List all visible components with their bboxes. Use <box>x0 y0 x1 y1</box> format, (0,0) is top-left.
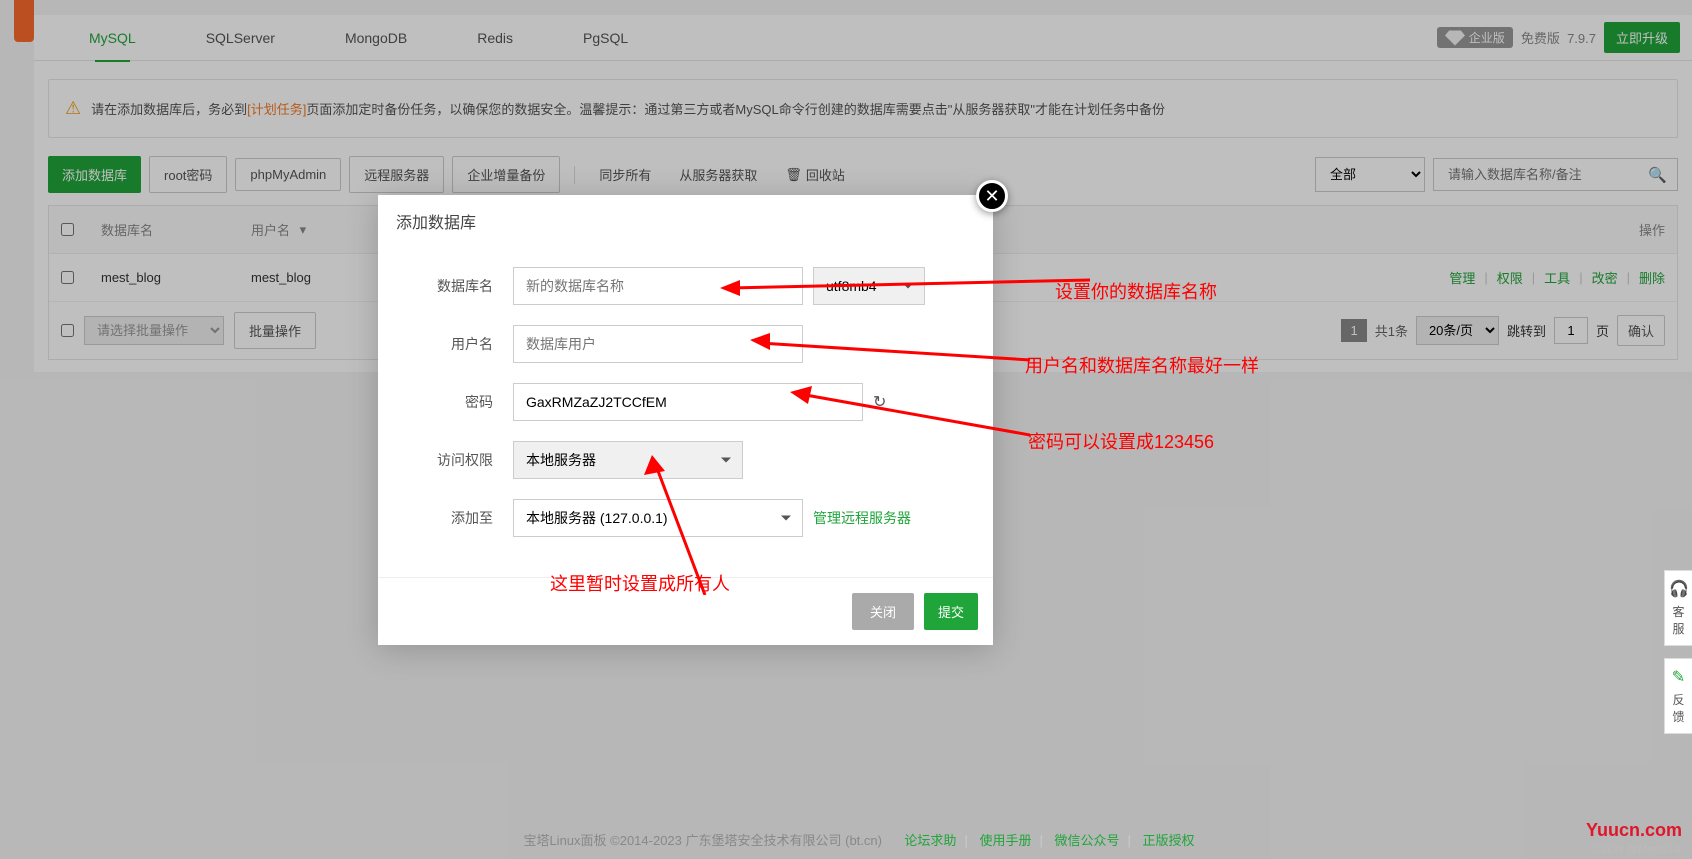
modal-form: 数据库名 utf8mb4 用户名 密码 ↻ 访 <box>378 247 993 577</box>
label-password: 密码 <box>418 392 513 412</box>
submit-button[interactable]: 提交 <box>924 593 978 630</box>
watermark: Yuucn.com <box>1586 820 1682 841</box>
add-db-modal: ✕ 添加数据库 数据库名 utf8mb4 用户名 密码 ↻ <box>378 195 993 645</box>
footer-link-license[interactable]: 正版授权 <box>1143 833 1195 848</box>
label-user: 用户名 <box>418 334 513 354</box>
label-access: 访问权限 <box>418 450 513 470</box>
manage-remote-link[interactable]: 管理远程服务器 <box>813 508 911 528</box>
footer-link-manual[interactable]: 使用手册 <box>979 833 1031 848</box>
refresh-icon[interactable]: ↻ <box>873 392 886 412</box>
edit-icon: ✎ <box>1669 667 1688 687</box>
csdn-watermark: CSDN @Mest514 <box>1592 844 1680 856</box>
access-select[interactable]: 本地服务器 <box>513 441 743 479</box>
charset-select[interactable]: utf8mb4 <box>813 267 925 305</box>
modal-footer: 关闭 提交 <box>378 577 993 645</box>
float-customer-service[interactable]: 🎧 客服 <box>1664 570 1692 646</box>
footer-link-forum[interactable]: 论坛求助 <box>904 833 956 848</box>
label-dbname: 数据库名 <box>418 276 513 296</box>
label-target: 添加至 <box>418 508 513 528</box>
dbname-input[interactable] <box>513 267 803 305</box>
password-input[interactable] <box>513 383 863 421</box>
headset-icon: 🎧 <box>1669 579 1688 599</box>
target-select[interactable]: 本地服务器 (127.0.0.1) <box>513 499 803 537</box>
close-button[interactable]: 关闭 <box>852 593 914 630</box>
modal-title: 添加数据库 <box>378 195 993 247</box>
close-icon[interactable]: ✕ <box>976 180 1008 212</box>
footer-link-wechat[interactable]: 微信公众号 <box>1054 833 1119 848</box>
user-input[interactable] <box>513 325 803 363</box>
float-feedback[interactable]: ✎ 反馈 <box>1664 658 1692 734</box>
page-footer: 宝塔Linux面板 ©2014-2023 广东堡塔安全技术有限公司 (bt.cn… <box>34 820 1692 859</box>
